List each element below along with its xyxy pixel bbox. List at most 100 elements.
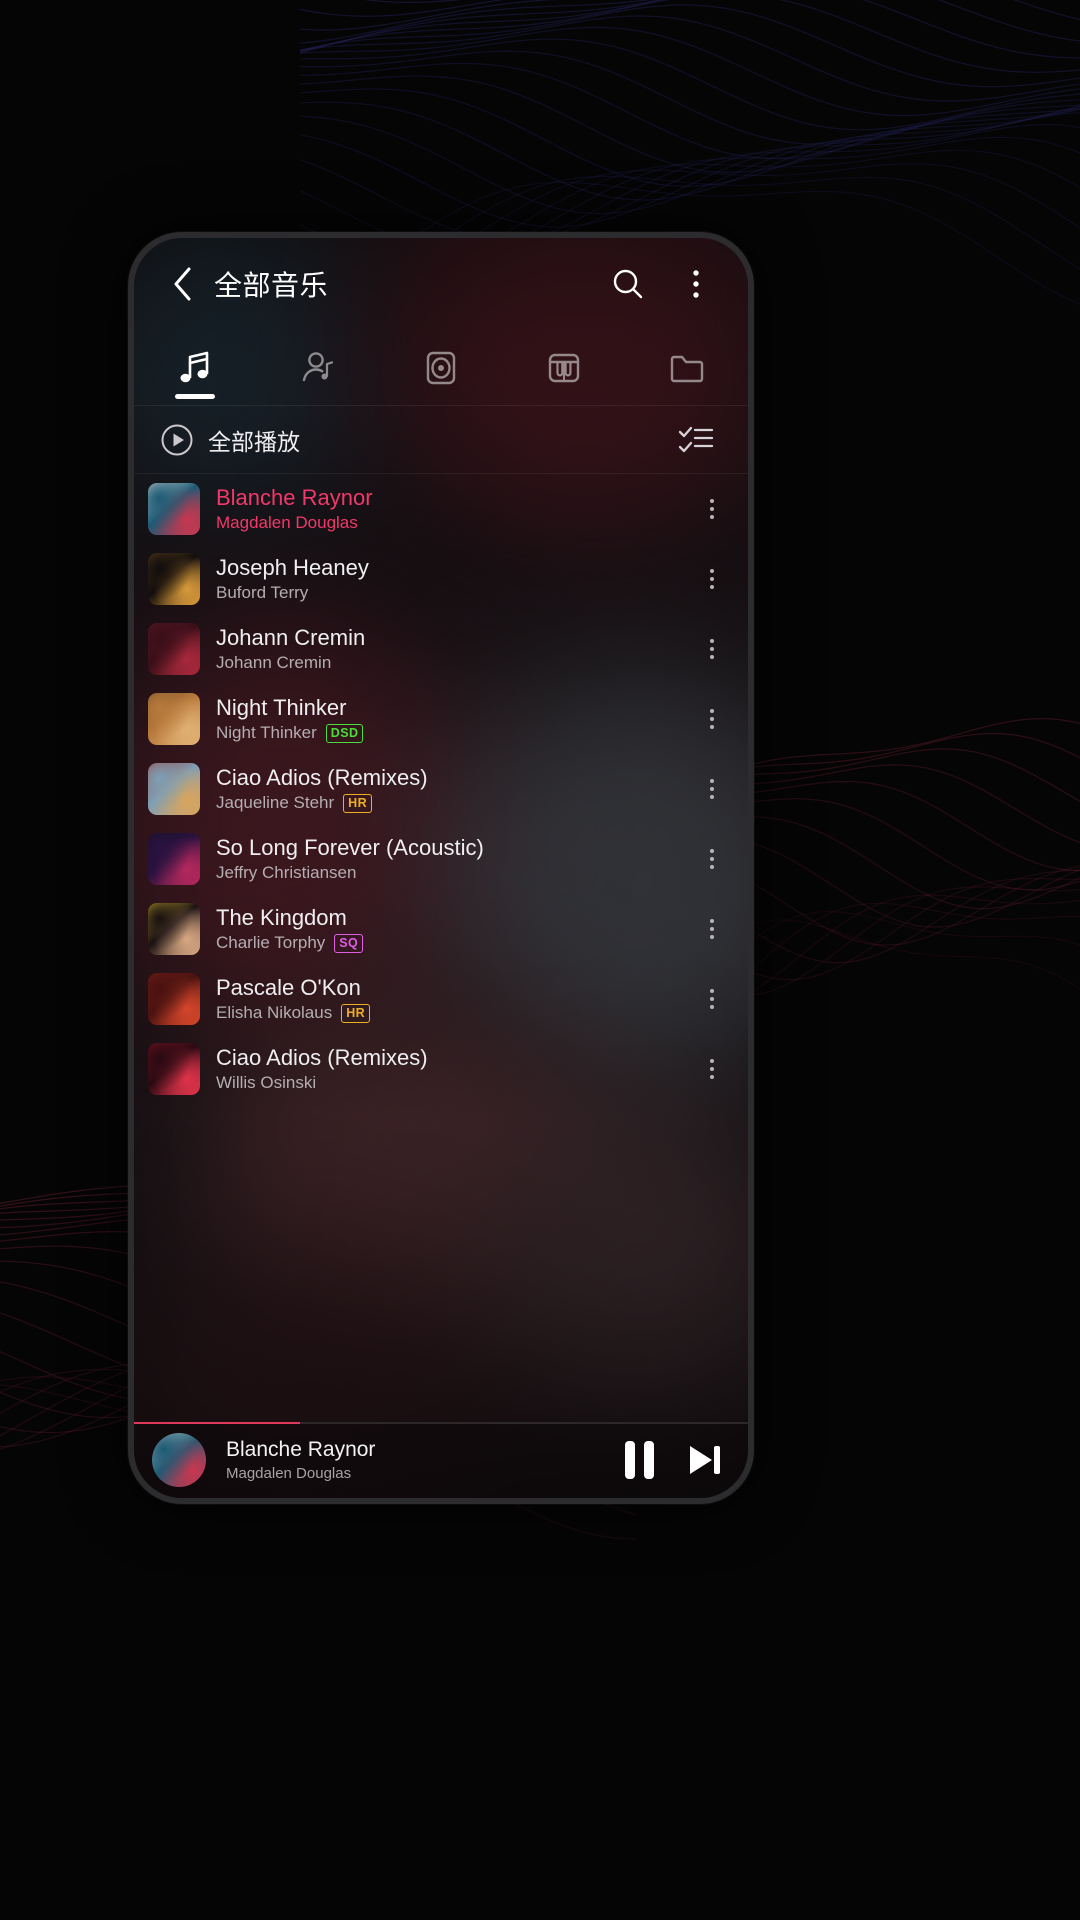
song-title: Pascale O'Kon <box>216 974 361 1000</box>
song-text: Johann Cremin Johann Cremin <box>216 625 690 674</box>
mini-player-album-art[interactable] <box>152 1433 206 1487</box>
song-artist-row: Buford Terry <box>216 583 690 603</box>
more-vertical-icon <box>710 779 714 799</box>
chevron-left-icon <box>174 267 191 301</box>
song-text: Night Thinker Night Thinker DSD <box>216 695 690 744</box>
album-art <box>148 1043 200 1095</box>
more-vertical-icon <box>710 639 714 659</box>
pause-button[interactable] <box>625 1441 654 1479</box>
category-tabs <box>134 330 748 406</box>
play-circle-icon <box>161 424 193 455</box>
song-artist-row: Willis Osinski <box>216 1073 690 1093</box>
multi-select-icon <box>678 426 714 452</box>
phone-device-frame: 全部音乐 全部播放 Blanche Raynor Magdalen Dougla… <box>128 232 754 1504</box>
more-vertical-icon <box>710 709 714 729</box>
album-art <box>148 553 200 605</box>
mini-player-artist: Magdalen Douglas <box>226 1465 352 1482</box>
song-artist: Elisha Nikolaus <box>216 1003 333 1023</box>
song-title: Ciao Adios (Remixes) <box>216 1044 428 1070</box>
playback-progress-fill <box>134 1422 300 1424</box>
song-text: Pascale O'Kon Elisha Nikolaus HR <box>216 975 690 1024</box>
more-vertical-icon <box>693 270 699 298</box>
song-artist: Buford Terry <box>216 583 309 603</box>
album-art <box>148 833 200 885</box>
active-tab-indicator <box>667 394 707 399</box>
song-artist: Willis Osinski <box>216 1073 317 1093</box>
mini-player-controls <box>625 1438 726 1482</box>
song-text: Ciao Adios (Remixes) Willis Osinski <box>216 1045 690 1094</box>
song-artist-row: Jeffry Christiansen <box>216 863 690 883</box>
song-text: Ciao Adios (Remixes) Jaqueline Stehr HR <box>216 765 690 814</box>
song-overflow-button[interactable] <box>690 969 734 1029</box>
song-artist-row: Night Thinker DSD <box>216 723 690 743</box>
song-overflow-button[interactable] <box>690 899 734 959</box>
album-art <box>148 903 200 955</box>
album-art <box>148 483 200 535</box>
song-row[interactable]: Joseph Heaney Buford Terry <box>134 544 748 614</box>
tab-songs[interactable] <box>134 330 257 405</box>
search-button[interactable] <box>602 258 654 310</box>
artist-icon <box>302 351 334 381</box>
song-artist: Johann Cremin <box>216 653 332 673</box>
more-vertical-icon <box>710 849 714 869</box>
app-bar-actions <box>602 258 722 310</box>
tab-albums[interactable] <box>380 330 503 405</box>
mini-player-title: Blanche Raynor <box>226 1438 376 1461</box>
song-title: So Long Forever (Acoustic) <box>216 834 484 860</box>
more-vertical-icon <box>710 499 714 519</box>
song-title: Night Thinker <box>216 694 347 720</box>
song-row[interactable]: Pascale O'Kon Elisha Nikolaus HR <box>134 964 748 1034</box>
song-overflow-button[interactable] <box>690 619 734 679</box>
song-artist-row: Johann Cremin <box>216 653 690 673</box>
song-artist-row: Elisha Nikolaus HR <box>216 1003 690 1023</box>
multi-select-button[interactable] <box>670 414 722 466</box>
song-row[interactable]: Night Thinker Night Thinker DSD <box>134 684 748 754</box>
tab-artists[interactable] <box>257 330 380 405</box>
album-art <box>148 763 200 815</box>
song-row[interactable]: Johann Cremin Johann Cremin <box>134 614 748 684</box>
music-note-icon <box>180 351 209 382</box>
next-track-button[interactable] <box>682 1438 726 1482</box>
mini-player[interactable]: Blanche Raynor Magdalen Douglas <box>134 1422 748 1498</box>
song-artist: Jaqueline Stehr <box>216 793 335 813</box>
back-button[interactable] <box>160 261 206 307</box>
song-overflow-button[interactable] <box>690 759 734 819</box>
song-overflow-button[interactable] <box>690 479 734 539</box>
song-overflow-button[interactable] <box>690 549 734 609</box>
tab-folders[interactable] <box>625 330 748 405</box>
song-overflow-button[interactable] <box>690 1039 734 1099</box>
song-overflow-button[interactable] <box>690 689 734 749</box>
song-title: Blanche Raynor <box>216 484 373 510</box>
song-artist-row: Charlie Torphy SQ <box>216 933 690 953</box>
piano-keys-icon <box>548 353 579 382</box>
pause-icon <box>625 1441 654 1479</box>
quality-badge: HR <box>343 794 372 813</box>
page-title: 全部音乐 <box>214 270 329 301</box>
quality-badge: DSD <box>325 724 364 743</box>
song-text: The Kingdom Charlie Torphy SQ <box>216 905 690 954</box>
quality-badge: SQ <box>334 934 364 953</box>
active-tab-indicator <box>298 394 338 399</box>
song-title: Ciao Adios (Remixes) <box>216 764 428 790</box>
song-list[interactable]: Blanche Raynor Magdalen Douglas Joseph Hea… <box>134 474 748 1422</box>
song-artist: Charlie Torphy <box>216 933 326 953</box>
album-disc-icon <box>426 351 456 384</box>
song-artist: Jeffry Christiansen <box>216 863 357 883</box>
song-artist-row: Jaqueline Stehr HR <box>216 793 690 813</box>
skip-next-icon <box>690 1446 720 1474</box>
play-all-row: 全部播放 <box>134 406 748 474</box>
folder-icon <box>670 355 703 382</box>
play-all-button[interactable]: 全部播放 <box>160 423 670 457</box>
song-row[interactable]: Ciao Adios (Remixes) Willis Osinski <box>134 1034 748 1104</box>
song-artist: Night Thinker <box>216 723 317 743</box>
playback-progress-track[interactable] <box>134 1422 748 1424</box>
song-row[interactable]: So Long Forever (Acoustic) Jeffry Christi… <box>134 824 748 894</box>
song-row[interactable]: Blanche Raynor Magdalen Douglas <box>134 474 748 544</box>
song-row[interactable]: The Kingdom Charlie Torphy SQ <box>134 894 748 964</box>
mini-player-text: Blanche Raynor Magdalen Douglas <box>226 1438 625 1482</box>
overflow-menu-button[interactable] <box>670 258 722 310</box>
more-vertical-icon <box>710 919 714 939</box>
song-overflow-button[interactable] <box>690 829 734 889</box>
song-row[interactable]: Ciao Adios (Remixes) Jaqueline Stehr HR <box>134 754 748 824</box>
tab-genres[interactable] <box>502 330 625 405</box>
